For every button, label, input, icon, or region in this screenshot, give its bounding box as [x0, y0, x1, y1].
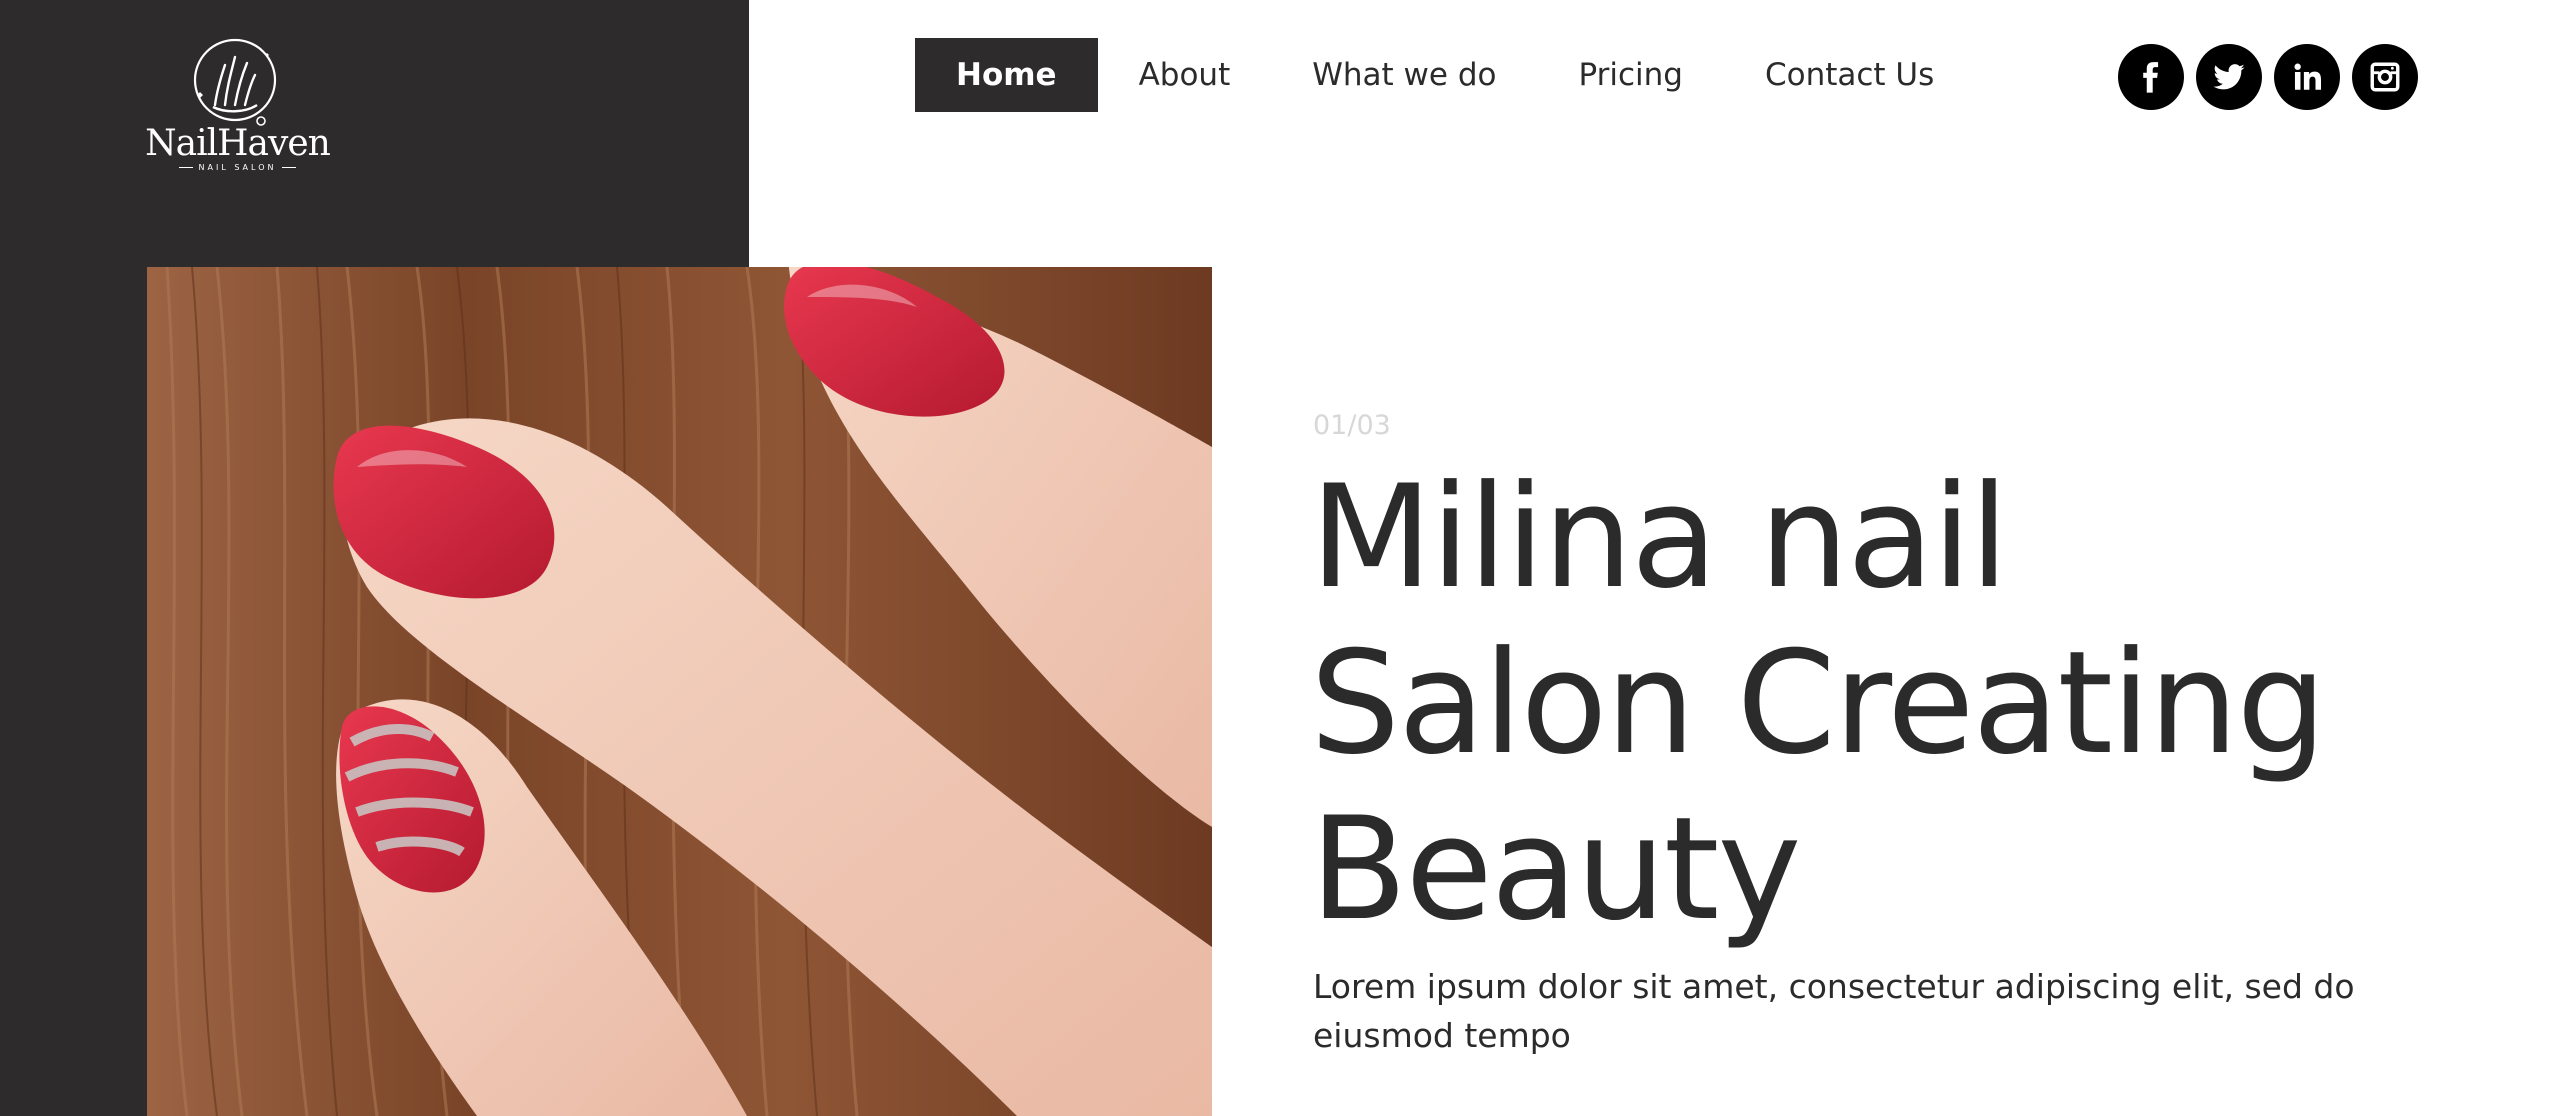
headline-line-2: Salon Creating [1310, 621, 2327, 786]
headline-line-1: Milina nail [1310, 455, 2009, 620]
main-nav: Home About What we do Pricing Contact Us [915, 38, 1975, 112]
headline-line-3: Beauty [1310, 787, 1802, 952]
instagram-icon[interactable] [2352, 44, 2418, 110]
nav-what-we-do[interactable]: What we do [1271, 38, 1537, 112]
hero-nail-photo [147, 267, 1212, 1116]
hero-headline: Milina nail Salon Creating Beauty [1310, 455, 2540, 953]
logo-hand-icon [193, 38, 277, 126]
logo-tagline: NAIL SALON [140, 163, 335, 172]
nav-home[interactable]: Home [915, 38, 1098, 112]
logo-wordmark: NailHaven [145, 123, 331, 164]
brand-logo[interactable]: NailHaven NAIL SALON [140, 35, 335, 185]
nav-contact-us[interactable]: Contact Us [1724, 38, 1975, 112]
nav-about[interactable]: About [1098, 38, 1272, 112]
facebook-icon[interactable] [2118, 44, 2184, 110]
hero-description: Lorem ipsum dolor sit amet, consectetur … [1313, 967, 2355, 1055]
social-links [2118, 44, 2418, 110]
nav-pricing[interactable]: Pricing [1537, 38, 1724, 112]
twitter-icon[interactable] [2196, 44, 2262, 110]
slide-counter: 01/03 [1313, 410, 1391, 441]
linkedin-icon[interactable] [2274, 44, 2340, 110]
